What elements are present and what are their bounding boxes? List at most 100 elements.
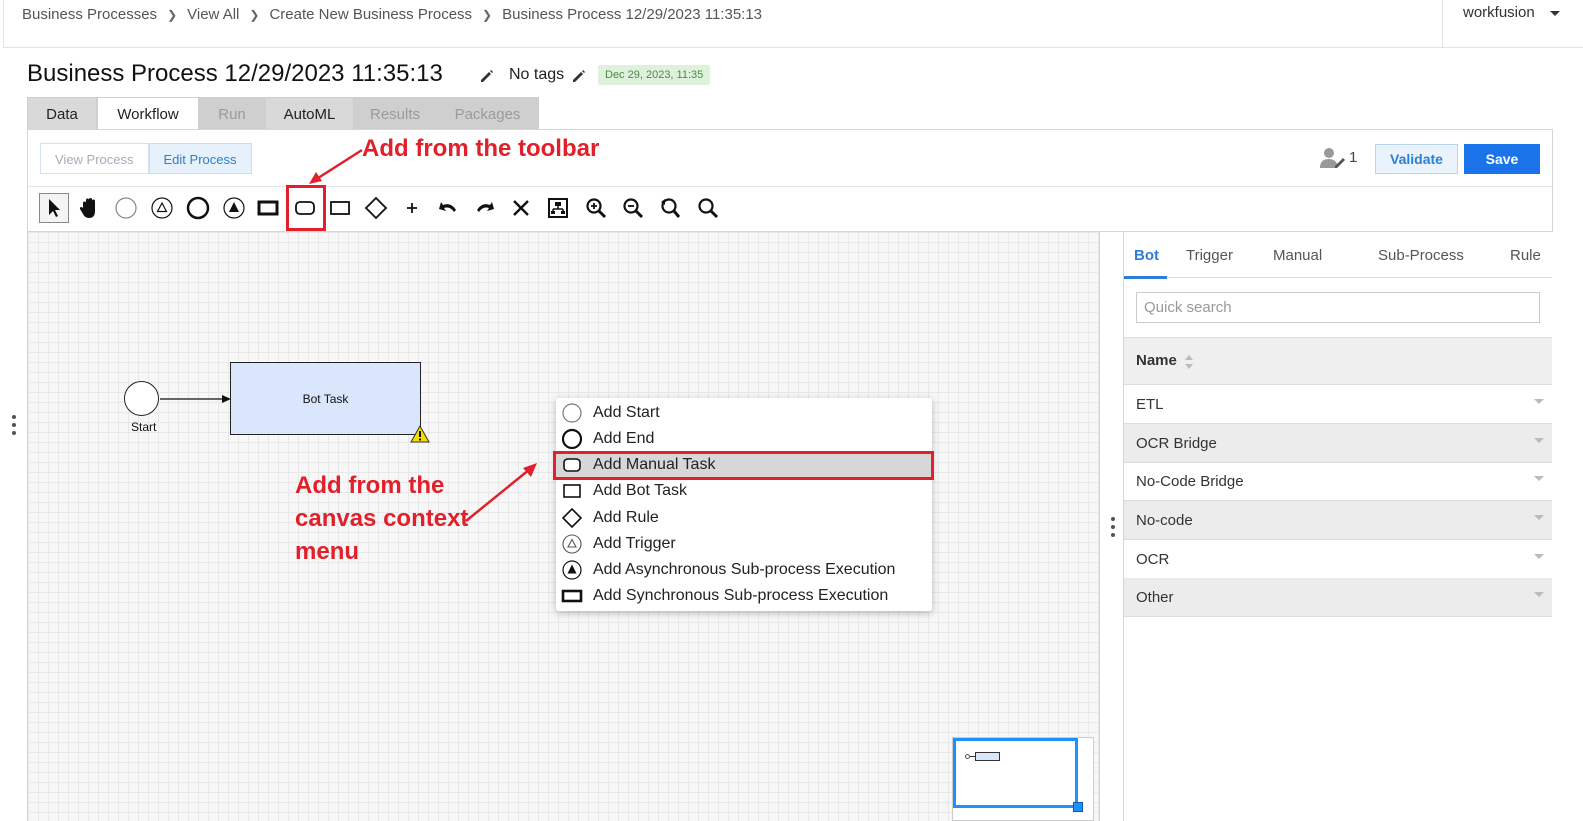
context-menu-item-add-bot-task[interactable]: Add Bot Task (556, 478, 932, 504)
chevron-right-icon: ❯ (249, 7, 260, 22)
date-badge: Dec 29, 2023, 11:35 (598, 65, 711, 85)
context-menu-item-add-async-subprocess[interactable]: Add Asynchronous Sub-process Execution (556, 557, 932, 583)
end-event-icon (561, 428, 583, 450)
zoom-reset-icon[interactable] (655, 193, 685, 223)
category-label: OCR Bridge (1136, 435, 1217, 452)
trigger-icon[interactable] (147, 193, 177, 223)
category-label: Other (1136, 589, 1174, 606)
breadcrumb-view-all[interactable]: View All (187, 6, 239, 23)
context-menu: Add Start Add End Add Manual Task Add Bo… (556, 398, 932, 611)
zoom-in-icon[interactable] (581, 193, 611, 223)
context-menu-item-add-end[interactable]: Add End (556, 426, 932, 452)
minimap-resize-handle[interactable] (1073, 802, 1083, 812)
save-button[interactable]: Save (1464, 144, 1540, 174)
view-process-button[interactable]: View Process (40, 143, 149, 174)
bot-task-node[interactable]: Bot Task (230, 362, 421, 435)
pointer-icon[interactable] (39, 193, 69, 223)
annotation-arrow-canvas (465, 463, 537, 522)
redo-icon[interactable] (470, 193, 500, 223)
library-tab-sub-process[interactable]: Sub-Process (1378, 247, 1464, 264)
page-title: Business Process 12/29/2023 11:35:13 (27, 60, 443, 87)
tab-data[interactable]: Data (27, 97, 97, 130)
category-row-no-code[interactable]: No-code (1124, 501, 1552, 540)
context-menu-item-add-trigger[interactable]: Add Trigger (556, 531, 932, 557)
library-tab-trigger[interactable]: Trigger (1186, 247, 1233, 264)
context-menu-item-add-rule[interactable]: Add Rule (556, 505, 932, 531)
sync-subprocess-icon[interactable] (253, 193, 283, 223)
name-column-header[interactable]: Name (1124, 337, 1552, 385)
edit-process-button[interactable]: Edit Process (148, 143, 252, 174)
breadcrumb-current: Business Process 12/29/2023 11:35:13 (502, 6, 763, 23)
user-menu[interactable]: workfusion (1442, 0, 1583, 48)
user-name: workfusion (1463, 4, 1535, 21)
library-tab-manual[interactable]: Manual (1273, 247, 1322, 264)
trigger-icon (561, 533, 583, 555)
tab-bar: Data Workflow Run AutoML Results Package… (27, 97, 539, 130)
caret-down-icon (1534, 476, 1544, 481)
category-row-ocr-bridge[interactable]: OCR Bridge (1124, 424, 1552, 463)
async-subprocess-icon (561, 559, 583, 581)
tags-label: No tags (509, 66, 565, 83)
context-menu-item-label: Add Synchronous Sub-process Execution (593, 587, 889, 604)
tab-workflow[interactable]: Workflow (97, 97, 199, 130)
library-tab-rule[interactable]: Rule (1510, 247, 1541, 264)
context-menu-item-label: Add Start (593, 404, 660, 421)
breadcrumb-create-new[interactable]: Create New Business Process (269, 6, 472, 23)
bot-task-node-label: Bot Task (302, 391, 349, 406)
category-row-etl[interactable]: ETL (1124, 385, 1552, 424)
sequence-flow-arrow[interactable] (160, 389, 234, 409)
category-row-other[interactable]: Other (1124, 578, 1552, 617)
annotation-toolbar: Add from the toolbar (362, 135, 600, 162)
right-panel-resize-handle[interactable] (1110, 517, 1116, 541)
sort-icon[interactable] (1184, 354, 1194, 370)
breadcrumb-business-processes[interactable]: Business Processes (22, 6, 157, 23)
context-menu-item-add-sync-subprocess[interactable]: Add Synchronous Sub-process Execution (556, 583, 932, 609)
context-menu-item-label: Add Trigger (593, 535, 676, 552)
end-event-icon[interactable] (183, 193, 213, 223)
pencil-icon[interactable] (571, 68, 587, 84)
category-row-ocr[interactable]: OCR (1124, 540, 1552, 579)
start-node[interactable] (124, 381, 159, 416)
zoom-fit-icon[interactable] (693, 193, 723, 223)
chevron-right-icon: ❯ (482, 7, 493, 22)
start-event-icon (561, 402, 583, 424)
bot-task-icon[interactable] (325, 193, 355, 223)
start-node-label: Start (131, 420, 157, 434)
context-menu-item-add-start[interactable]: Add Start (556, 400, 932, 426)
category-row-no-code-bridge[interactable]: No-Code Bridge (1124, 462, 1552, 501)
caret-down-icon (1534, 592, 1544, 597)
caret-down-icon (1550, 11, 1560, 16)
context-menu-item-label: Add Rule (593, 509, 659, 526)
annotation-canvas-line-3: menu (295, 538, 360, 565)
context-menu-highlight-box (553, 451, 934, 480)
undo-icon[interactable] (433, 193, 463, 223)
chevron-right-icon: ❯ (167, 7, 178, 22)
caret-down-icon (1534, 515, 1544, 520)
context-menu-item-label: Add Bot Task (593, 482, 687, 499)
user-edit-icon[interactable] (1319, 146, 1347, 170)
rule-icon[interactable] (361, 193, 391, 223)
quick-search-input[interactable] (1136, 292, 1540, 323)
auto-layout-icon[interactable] (543, 193, 573, 223)
category-label: OCR (1136, 551, 1170, 568)
toolbar-highlight-box (286, 185, 326, 231)
delete-icon[interactable] (506, 193, 536, 223)
rule-icon (561, 507, 583, 529)
start-event-icon[interactable] (111, 193, 141, 223)
warning-icon[interactable] (410, 425, 430, 443)
tab-automl[interactable]: AutoML (265, 97, 354, 130)
hand-icon[interactable] (74, 193, 104, 223)
pencil-icon[interactable] (479, 68, 495, 84)
mode-toggle: View Process Edit Process (40, 143, 252, 174)
minimap-viewport[interactable] (953, 738, 1078, 808)
top-bar: Business Processes ❯ View All ❯ Create N… (3, 0, 1583, 48)
tab-results: Results (354, 97, 436, 130)
left-panel-resize-handle[interactable] (11, 415, 17, 439)
async-subprocess-icon[interactable] (219, 193, 249, 223)
annotation-arrow-toolbar (309, 148, 363, 184)
validate-button[interactable]: Validate (1375, 144, 1458, 174)
category-label: No-code (1136, 512, 1193, 529)
zoom-out-icon[interactable] (618, 193, 648, 223)
plus-icon[interactable] (397, 193, 427, 223)
library-tab-bot[interactable]: Bot (1134, 247, 1159, 264)
